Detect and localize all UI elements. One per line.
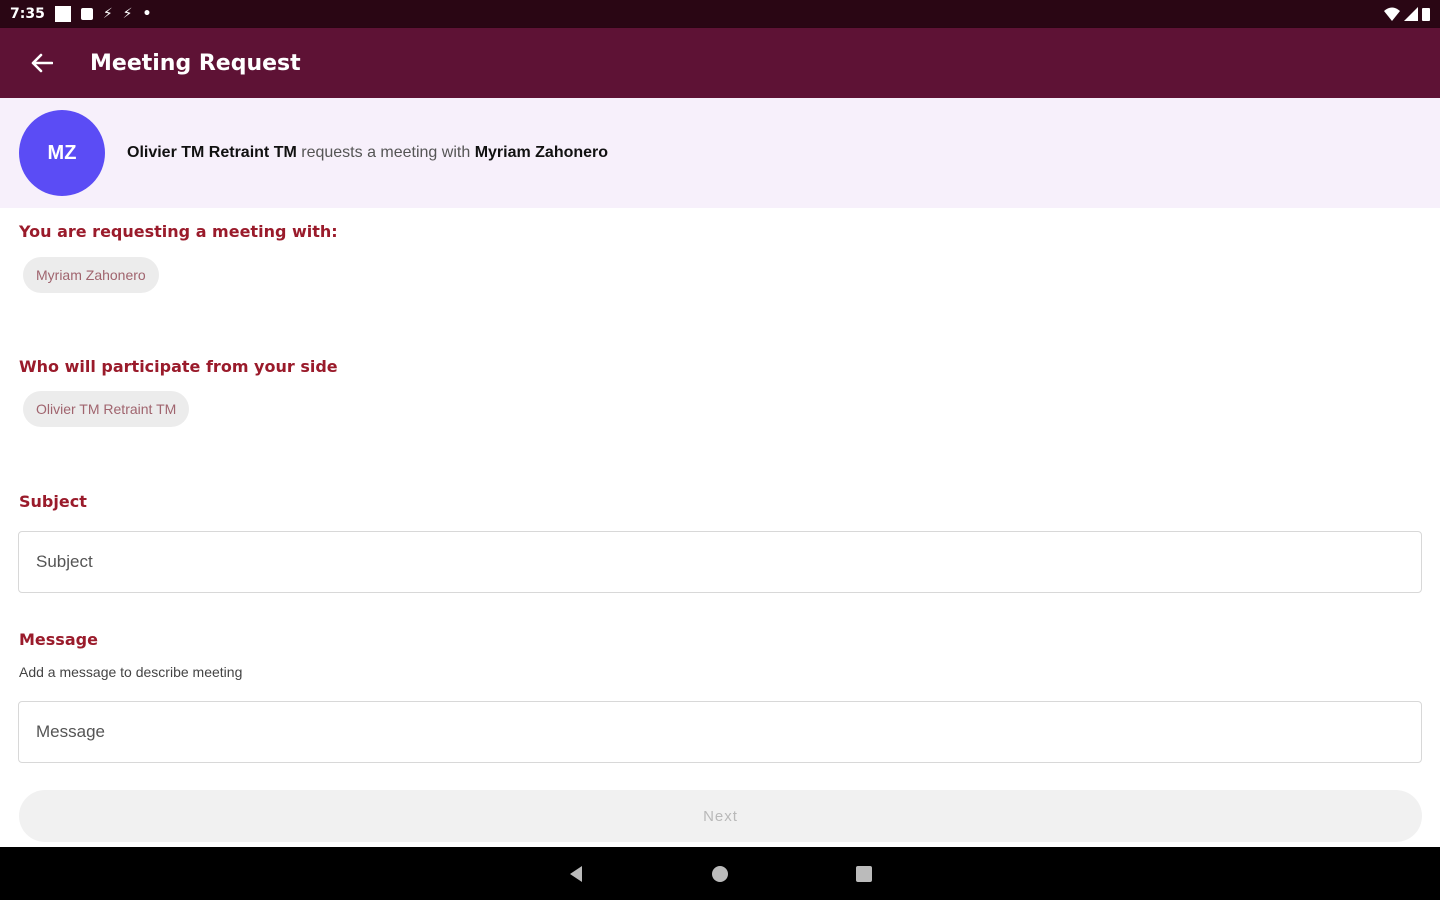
participant-chip: Olivier TM Retraint TM [23,391,190,427]
battery-icon [1422,8,1430,21]
recipient-chip: Myriam Zahonero [23,257,159,293]
back-button[interactable] [22,43,62,83]
participants-label: Who will participate from your side [19,357,338,376]
avatar: MZ [19,110,105,196]
notification-icon [54,6,71,22]
status-bar: 7:35 ⚡ ⚡ • [0,0,1440,28]
request-summary: Olivier TM Retraint TM requests a meetin… [127,144,608,162]
subject-input[interactable] [18,531,1422,593]
avatar-initials: MZ [47,141,77,164]
message-label: Message [19,630,98,649]
circle-home-icon [712,865,728,882]
nav-recents-button[interactable] [852,862,876,886]
status-time: 7:35 [10,6,45,22]
requesting-label: You are requesting a meeting with: [19,222,338,241]
arrow-left-icon [31,53,53,73]
navigation-bar [0,847,1440,900]
message-input[interactable] [18,701,1422,763]
triangle-back-icon [570,865,582,882]
requester-name: Olivier TM Retraint TM [127,144,297,161]
wifi-icon [1384,7,1400,21]
dot-icon: • [142,6,152,22]
square-recents-icon [856,865,872,882]
flash-icon: ⚡ [102,6,113,22]
app-bar: Meeting Request [0,28,1440,98]
signal-icon [1404,7,1418,21]
request-connector: requests a meeting with [301,144,471,161]
flash-icon: ⚡ [122,6,133,22]
page-title: Meeting Request [90,50,301,76]
nav-home-button[interactable] [708,862,732,886]
recipient-name: Myriam Zahonero [474,144,609,161]
request-summary-card: MZ Olivier TM Retraint TM requests a mee… [0,98,1440,208]
subject-label: Subject [19,492,87,511]
notification-icon [80,8,93,20]
next-button[interactable]: Next [19,790,1422,842]
message-hint: Add a message to describe meeting [19,664,243,680]
nav-back-button[interactable] [564,862,588,886]
